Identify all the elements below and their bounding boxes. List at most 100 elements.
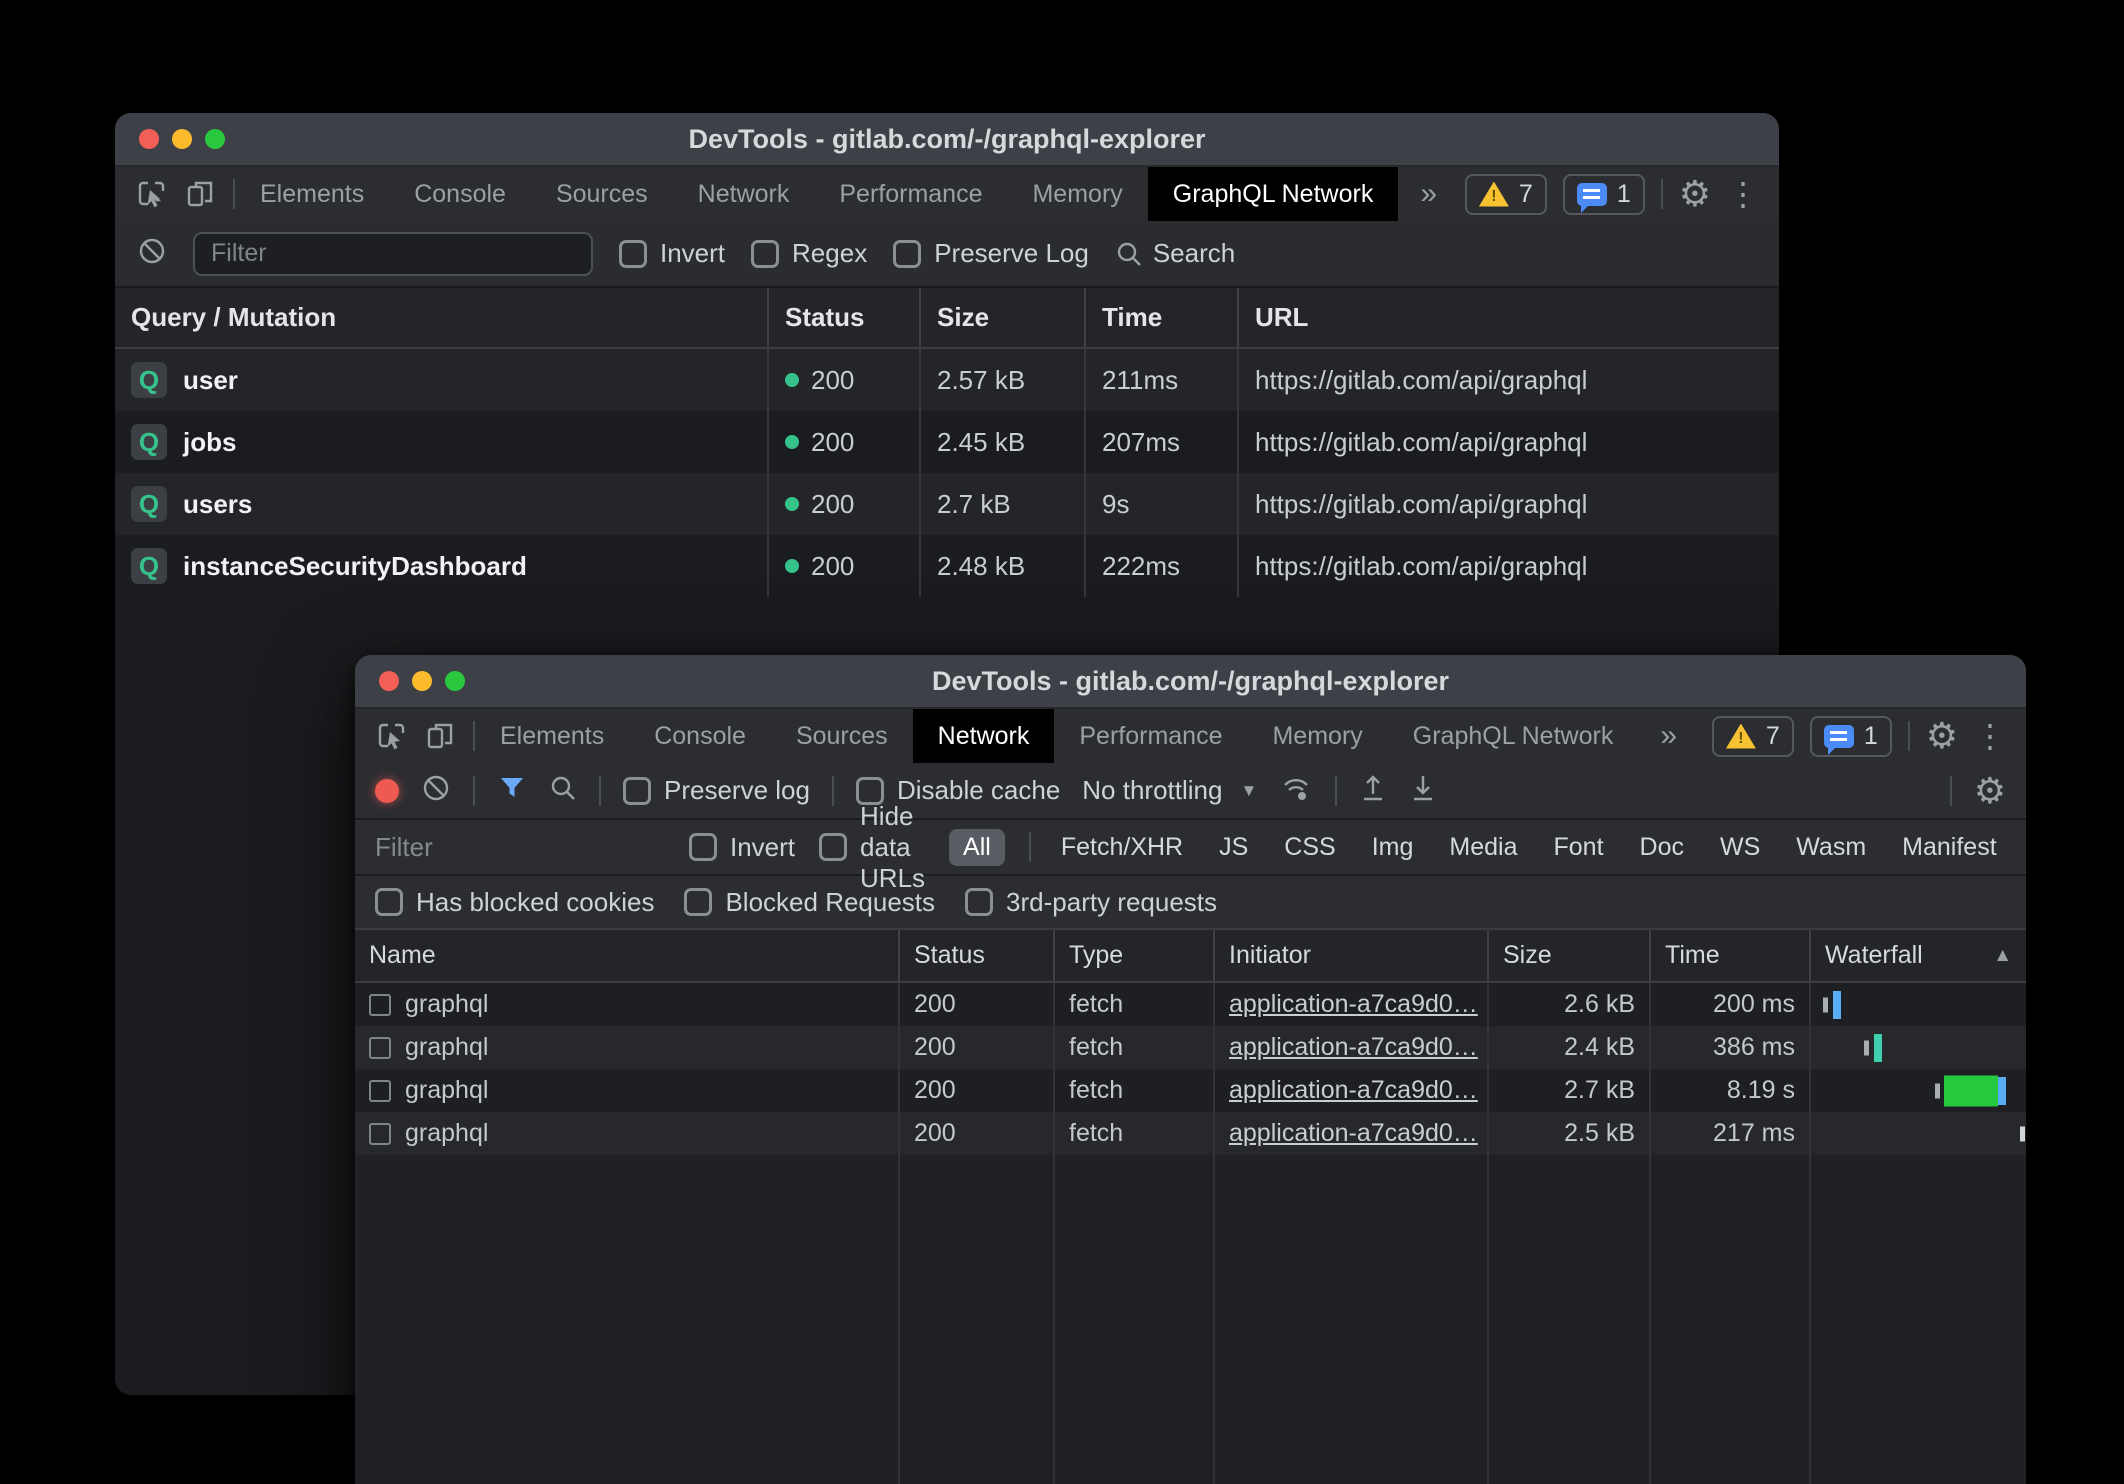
clear-icon[interactable] bbox=[421, 773, 451, 808]
preserve-log-checkbox[interactable] bbox=[893, 240, 921, 268]
filter-chip-ws[interactable]: WS bbox=[1714, 829, 1766, 866]
settings-gear-icon[interactable]: ⚙ bbox=[1679, 176, 1711, 212]
col-name[interactable]: Name bbox=[355, 930, 898, 981]
col-time[interactable]: Time bbox=[1084, 288, 1237, 347]
filter-chip-wasm[interactable]: Wasm bbox=[1790, 829, 1872, 866]
regex-checkbox[interactable] bbox=[751, 240, 779, 268]
preserve-log-checkbox-group[interactable]: Preserve log bbox=[623, 775, 810, 806]
table-row[interactable]: graphql 200 fetch application-a7ca9d0… 2… bbox=[355, 1026, 2026, 1069]
table-row[interactable]: graphql 200 fetch application-a7ca9d0… 2… bbox=[355, 983, 2026, 1026]
search-button[interactable]: Search bbox=[1115, 238, 1235, 269]
more-tabs-icon[interactable]: » bbox=[1398, 167, 1459, 221]
blocked-requests-checkbox-group[interactable]: Blocked Requests bbox=[684, 887, 935, 918]
minimize-button[interactable] bbox=[172, 129, 192, 149]
col-size[interactable]: Size bbox=[1487, 930, 1649, 981]
clear-icon[interactable] bbox=[137, 236, 167, 271]
more-tabs-icon[interactable]: » bbox=[1638, 709, 1699, 763]
col-url[interactable]: URL bbox=[1237, 288, 1779, 347]
tab-console[interactable]: Console bbox=[389, 167, 531, 221]
regex-checkbox-group[interactable]: Regex bbox=[751, 238, 867, 269]
network-conditions-icon[interactable] bbox=[1279, 771, 1313, 810]
tab-graphql-network[interactable]: GraphQL Network bbox=[1148, 167, 1399, 221]
initiator-link[interactable]: application-a7ca9d0… bbox=[1229, 1076, 1478, 1105]
table-row[interactable]: Qjobs 200 2.45 kB 207ms https://gitlab.c… bbox=[115, 411, 1779, 473]
filter-chip-img[interactable]: Img bbox=[1366, 829, 1420, 866]
filter-funnel-icon[interactable] bbox=[497, 773, 527, 808]
titlebar[interactable]: DevTools - gitlab.com/-/graphql-explorer bbox=[115, 113, 1779, 167]
preserve-log-checkbox-group[interactable]: Preserve Log bbox=[893, 238, 1089, 269]
request-checkbox[interactable] bbox=[369, 1080, 391, 1102]
filter-chip-manifest[interactable]: Manifest bbox=[1896, 829, 2002, 866]
table-row[interactable]: Quser 200 2.57 kB 211ms https://gitlab.c… bbox=[115, 349, 1779, 411]
third-party-requests-checkbox-group[interactable]: 3rd-party requests bbox=[965, 887, 1217, 918]
minimize-button[interactable] bbox=[412, 671, 432, 691]
initiator-link[interactable]: application-a7ca9d0… bbox=[1229, 1119, 1478, 1148]
third-party-requests-checkbox[interactable] bbox=[965, 888, 993, 916]
col-waterfall[interactable]: Waterfall ▲ bbox=[1809, 930, 2026, 981]
col-size[interactable]: Size bbox=[919, 288, 1084, 347]
request-checkbox[interactable] bbox=[369, 994, 391, 1016]
initiator-link[interactable]: application-a7ca9d0… bbox=[1229, 1033, 1478, 1062]
filter-chip-all[interactable]: All bbox=[949, 829, 1005, 866]
search-icon[interactable] bbox=[549, 774, 577, 807]
tab-sources[interactable]: Sources bbox=[771, 709, 913, 763]
titlebar[interactable]: DevTools - gitlab.com/-/graphql-explorer bbox=[355, 655, 2026, 709]
settings-gear-icon[interactable]: ⚙ bbox=[1926, 718, 1958, 754]
maximize-button[interactable] bbox=[205, 129, 225, 149]
hide-data-urls-checkbox-group[interactable]: Hide data URLs bbox=[819, 801, 925, 894]
filter-chip-fetch-xhr[interactable]: Fetch/XHR bbox=[1055, 829, 1189, 866]
warnings-badge[interactable]: ! 7 bbox=[1465, 174, 1547, 215]
filter-input[interactable] bbox=[375, 832, 665, 863]
tab-sources[interactable]: Sources bbox=[531, 167, 673, 221]
issues-badge[interactable]: 1 bbox=[1810, 716, 1892, 757]
filter-chip-js[interactable]: JS bbox=[1213, 829, 1254, 866]
table-row[interactable]: Qusers 200 2.7 kB 9s https://gitlab.com/… bbox=[115, 473, 1779, 535]
issues-badge[interactable]: 1 bbox=[1563, 174, 1645, 215]
col-time[interactable]: Time bbox=[1649, 930, 1809, 981]
tab-performance[interactable]: Performance bbox=[1054, 709, 1247, 763]
maximize-button[interactable] bbox=[445, 671, 465, 691]
tab-elements[interactable]: Elements bbox=[235, 167, 389, 221]
invert-checkbox-group[interactable]: Invert bbox=[619, 238, 725, 269]
request-checkbox[interactable] bbox=[369, 1037, 391, 1059]
col-status[interactable]: Status bbox=[898, 930, 1053, 981]
invert-checkbox-group[interactable]: Invert bbox=[689, 832, 795, 863]
request-checkbox[interactable] bbox=[369, 1123, 391, 1145]
blocked-requests-checkbox[interactable] bbox=[684, 888, 712, 916]
tab-performance[interactable]: Performance bbox=[814, 167, 1007, 221]
col-query-mutation[interactable]: Query / Mutation bbox=[115, 288, 767, 347]
device-toolbar-icon[interactable] bbox=[423, 719, 457, 753]
tab-network[interactable]: Network bbox=[913, 709, 1055, 763]
warnings-badge[interactable]: ! 7 bbox=[1712, 716, 1794, 757]
kebab-menu-icon[interactable]: ⋮ bbox=[1974, 720, 2006, 752]
tab-console[interactable]: Console bbox=[629, 709, 771, 763]
inspect-element-icon[interactable] bbox=[375, 719, 409, 753]
tab-network[interactable]: Network bbox=[673, 167, 815, 221]
has-blocked-cookies-checkbox[interactable] bbox=[375, 888, 403, 916]
has-blocked-cookies-checkbox-group[interactable]: Has blocked cookies bbox=[375, 887, 654, 918]
invert-checkbox[interactable] bbox=[689, 833, 717, 861]
col-status[interactable]: Status bbox=[767, 288, 919, 347]
initiator-link[interactable]: application-a7ca9d0… bbox=[1229, 990, 1478, 1019]
invert-checkbox[interactable] bbox=[619, 240, 647, 268]
tab-memory[interactable]: Memory bbox=[1007, 167, 1147, 221]
preserve-log-checkbox[interactable] bbox=[623, 777, 651, 805]
filter-chip-font[interactable]: Font bbox=[1547, 829, 1609, 866]
hide-data-urls-checkbox[interactable] bbox=[819, 833, 847, 861]
record-icon[interactable] bbox=[375, 779, 399, 803]
table-row[interactable]: QinstanceSecurityDashboard 200 2.48 kB 2… bbox=[115, 535, 1779, 597]
filter-input[interactable] bbox=[193, 232, 593, 276]
filter-chip-css[interactable]: CSS bbox=[1278, 829, 1341, 866]
export-har-icon[interactable] bbox=[1409, 773, 1437, 808]
table-row[interactable]: graphql 200 fetch application-a7ca9d0… 2… bbox=[355, 1112, 2026, 1155]
tab-graphql-network[interactable]: GraphQL Network bbox=[1388, 709, 1639, 763]
filter-chip-doc[interactable]: Doc bbox=[1634, 829, 1690, 866]
throttling-select[interactable]: No throttling ▼ bbox=[1082, 775, 1257, 806]
device-toolbar-icon[interactable] bbox=[183, 177, 217, 211]
table-row[interactable]: graphql 200 fetch application-a7ca9d0… 2… bbox=[355, 1069, 2026, 1112]
col-type[interactable]: Type bbox=[1053, 930, 1213, 981]
tab-memory[interactable]: Memory bbox=[1247, 709, 1387, 763]
filter-chip-media[interactable]: Media bbox=[1443, 829, 1523, 866]
inspect-element-icon[interactable] bbox=[135, 177, 169, 211]
tab-elements[interactable]: Elements bbox=[475, 709, 629, 763]
